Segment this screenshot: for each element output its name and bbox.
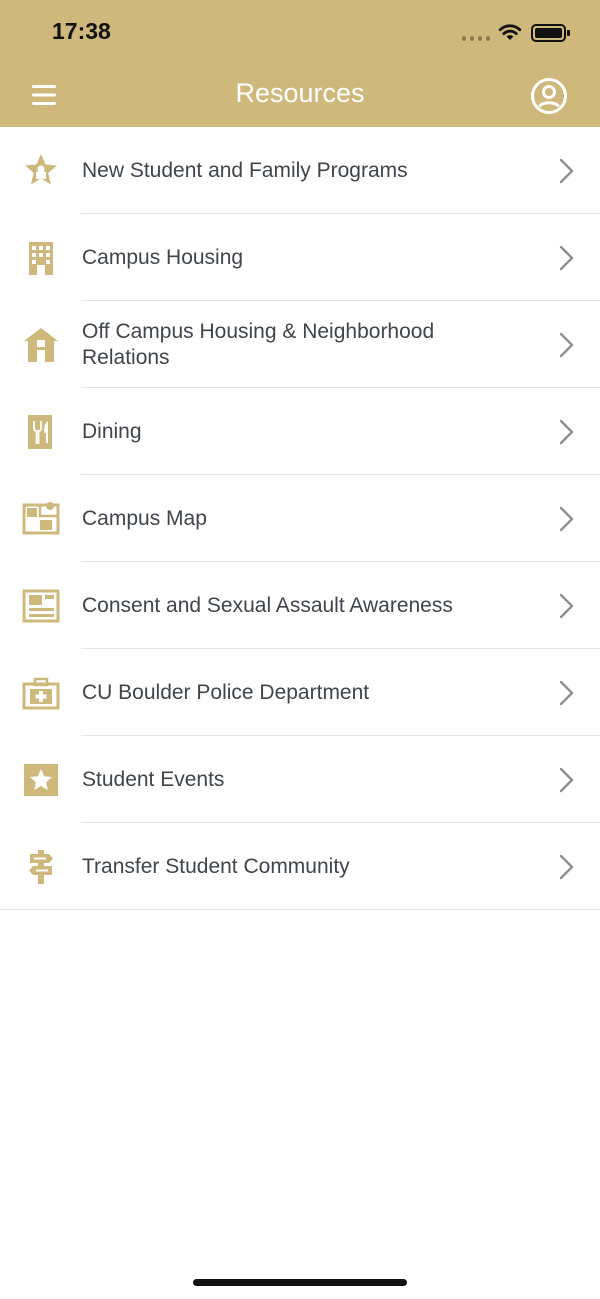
home-indicator[interactable] xyxy=(193,1279,407,1286)
resource-label: Off Campus Housing & Neighborhood Relati… xyxy=(82,319,435,369)
fork-knife-icon xyxy=(28,414,52,449)
building-icon xyxy=(29,241,53,275)
wifi-icon xyxy=(498,24,522,40)
resource-item-consent-awareness[interactable]: Consent and Sexual Assault Awareness xyxy=(0,562,600,649)
resource-label: Campus Housing xyxy=(82,245,244,269)
resource-label: Campus Map xyxy=(82,506,207,530)
star-award-icon xyxy=(25,153,57,184)
cellular-signal-icon xyxy=(462,34,490,42)
resource-item-new-student[interactable]: New Student and Family Programs xyxy=(0,127,600,214)
profile-icon[interactable] xyxy=(530,77,568,115)
chevron-right-icon xyxy=(559,506,574,531)
first-aid-kit-icon xyxy=(22,677,60,709)
battery-icon xyxy=(531,24,570,42)
resource-label: Consent and Sexual Assault Awareness xyxy=(82,593,453,617)
status-time: 17:38 xyxy=(52,18,111,44)
resource-label: CU Boulder Police Department xyxy=(82,680,370,704)
resource-item-student-events[interactable]: Student Events xyxy=(0,736,600,823)
resource-item-campus-housing[interactable]: Campus Housing xyxy=(0,214,600,301)
resource-label: New Student and Family Programs xyxy=(82,158,408,182)
app-header: 17:38 Resources xyxy=(0,0,600,127)
chevron-right-icon xyxy=(559,767,574,792)
resource-label: Transfer Student Community xyxy=(82,854,350,878)
chevron-right-icon xyxy=(559,158,574,183)
resource-item-off-campus-housing[interactable]: Off Campus Housing & Neighborhood Relati… xyxy=(0,301,600,388)
resource-item-dining[interactable]: Dining xyxy=(0,388,600,475)
chevron-right-icon xyxy=(559,419,574,444)
chevron-right-icon xyxy=(559,854,574,879)
chevron-right-icon xyxy=(559,680,574,705)
signpost-icon xyxy=(29,849,53,884)
resource-list: New Student and Family Programs Campus H… xyxy=(0,127,600,910)
resource-item-campus-map[interactable]: Campus Map xyxy=(0,475,600,562)
resource-item-police-department[interactable]: CU Boulder Police Department xyxy=(0,649,600,736)
resource-item-transfer-student[interactable]: Transfer Student Community xyxy=(0,823,600,910)
map-icon xyxy=(22,501,60,534)
chevron-right-icon xyxy=(559,245,574,270)
hamburger-menu-icon[interactable] xyxy=(30,82,58,108)
resource-label: Dining xyxy=(82,419,142,443)
star-box-icon xyxy=(24,763,58,796)
chevron-right-icon xyxy=(559,332,574,357)
page-title: Resources xyxy=(235,78,365,108)
bulletin-board-icon xyxy=(22,589,60,622)
house-icon xyxy=(24,327,58,362)
resource-label: Student Events xyxy=(82,767,225,791)
chevron-right-icon xyxy=(559,593,574,618)
